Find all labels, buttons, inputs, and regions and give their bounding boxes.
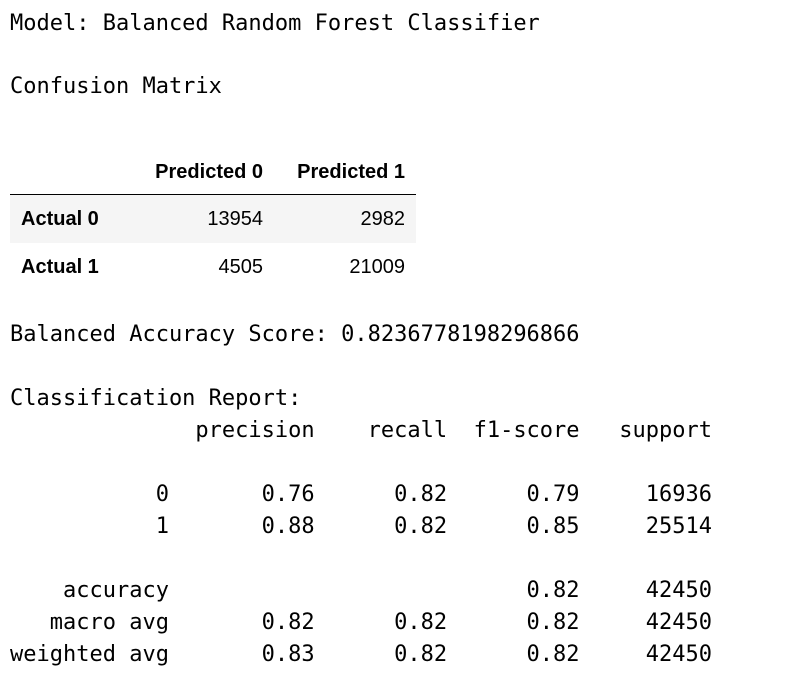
- column-header-predicted-0: Predicted 0: [130, 150, 274, 195]
- table-header-row: Predicted 0 Predicted 1: [10, 150, 416, 195]
- row-header-actual-0: Actual 0: [21, 207, 99, 230]
- report-line: accuracy 0.82 42450: [10, 578, 712, 603]
- confusion-matrix-title: Confusion Matrix: [10, 74, 222, 99]
- report-line: precision recall f1-score support: [10, 418, 712, 443]
- table-cell: 2982: [360, 207, 406, 230]
- row-header-actual-1: Actual 1: [21, 255, 99, 278]
- table-cell: 21009: [349, 255, 405, 278]
- balanced-accuracy-text: Balanced Accuracy Score: 0.8236778198296…: [10, 322, 580, 347]
- table-cell: 13954: [207, 207, 263, 230]
- report-line: [10, 543, 712, 575]
- column-header-predicted-1: Predicted 1: [274, 150, 416, 195]
- table-row: Actual 0 13954 2982: [10, 194, 416, 243]
- report-line: 1 0.88 0.82 0.85 25514: [10, 514, 712, 539]
- report-line: 0 0.76 0.82 0.79 16936: [10, 482, 712, 507]
- confusion-matrix-table-wrapper: Predicted 0 Predicted 1 Actual 0 13954 2…: [10, 150, 416, 291]
- report-line: macro avg 0.82 0.82 0.82 42450: [10, 610, 712, 635]
- report-line: Classification Report:: [10, 386, 302, 411]
- table-corner-cell: [10, 150, 130, 195]
- table-row: Actual 1 4505 21009: [10, 243, 416, 291]
- report-line: [10, 447, 712, 479]
- confusion-matrix-table: Predicted 0 Predicted 1 Actual 0 13954 2…: [10, 150, 416, 291]
- model-name-text: Model: Balanced Random Forest Classifier: [10, 11, 540, 36]
- classification-report: Classification Report: precision recall …: [10, 383, 712, 671]
- report-line: weighted avg 0.83 0.82 0.82 42450: [10, 642, 712, 667]
- table-cell: 4505: [218, 255, 264, 278]
